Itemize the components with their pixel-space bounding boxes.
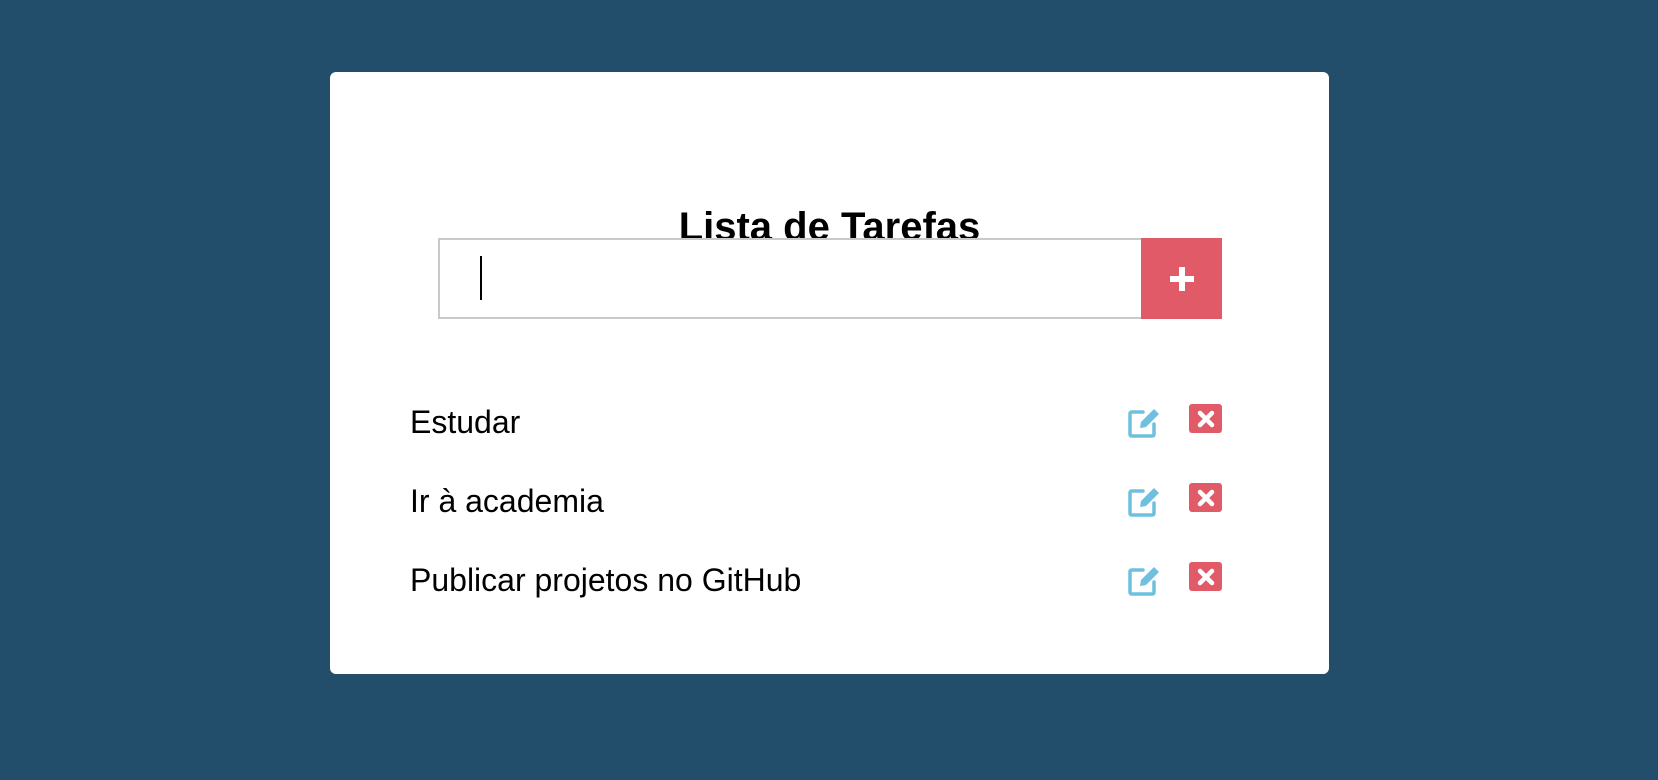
plus-icon (1169, 266, 1194, 291)
edit-button[interactable] (1126, 562, 1162, 598)
task-text: Ir à academia (410, 482, 604, 519)
edit-icon (1128, 566, 1159, 596)
list-item: Ir à academia (410, 461, 1222, 540)
edit-button[interactable] (1126, 404, 1162, 440)
delete-icon (1197, 568, 1214, 585)
edit-icon (1128, 487, 1159, 517)
todo-card: Lista de Tarefas Estudar Ir à academia P… (330, 72, 1329, 674)
task-input[interactable] (438, 238, 1141, 319)
list-item: Publicar projetos no GitHub (410, 540, 1222, 619)
task-text: Publicar projetos no GitHub (410, 561, 802, 598)
delete-button[interactable] (1189, 483, 1222, 512)
delete-button[interactable] (1189, 404, 1222, 433)
edit-button[interactable] (1126, 483, 1162, 519)
task-list: Estudar Ir à academia Publicar projetos … (410, 382, 1222, 619)
list-item: Estudar (410, 382, 1222, 461)
add-task-button[interactable] (1141, 238, 1222, 319)
text-caret (480, 256, 482, 300)
delete-icon (1197, 410, 1214, 427)
edit-icon (1128, 408, 1159, 438)
delete-button[interactable] (1189, 562, 1222, 591)
task-text: Estudar (410, 403, 521, 440)
add-task-form (438, 238, 1222, 319)
delete-icon (1197, 489, 1214, 506)
